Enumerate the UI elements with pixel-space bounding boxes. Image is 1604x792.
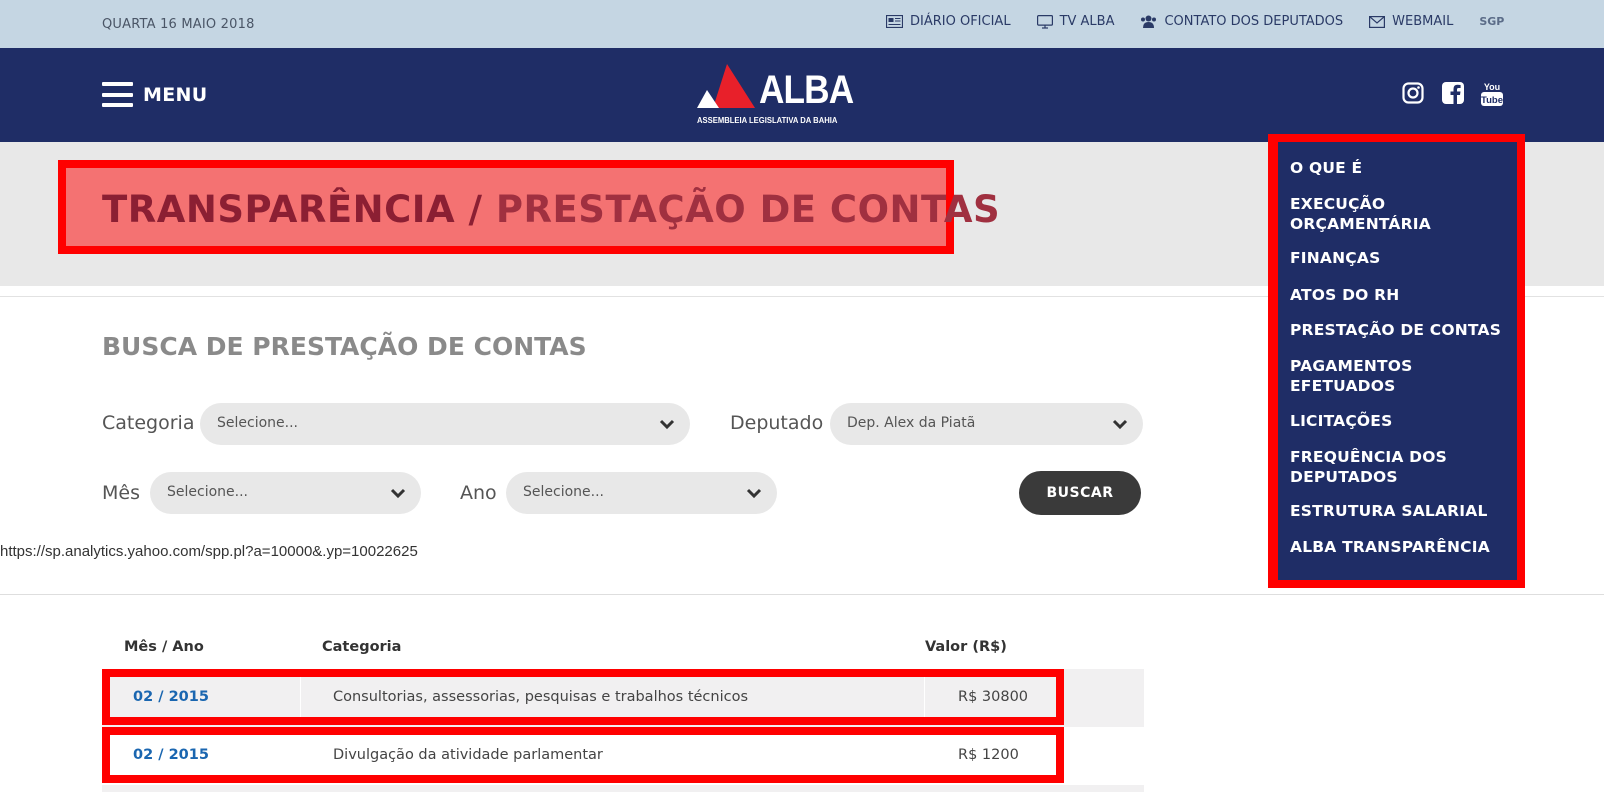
row-category: Consultorias, assessorias, pesquisas e t… [333,689,749,705]
deputado-select[interactable]: Dep. Alex da Piatã [830,403,1143,445]
divider [0,594,1604,595]
ano-value: Selecione... [523,484,604,500]
main-navbar: MENU ALBA ASSEMBLEIA LEGISLATIVA DA BAHI… [0,48,1604,142]
page-title-part2: PRESTAÇÃO DE CONTAS [495,188,1001,231]
buscar-button[interactable]: BUSCAR [1019,471,1141,515]
users-icon [1141,15,1157,28]
categoria-label: Categoria [102,412,195,434]
webmail-label: WEBMAIL [1392,14,1454,29]
chevron-down-icon [659,419,675,430]
webmail-link[interactable]: WEBMAIL [1369,14,1453,29]
row-date-link[interactable]: 02 / 2015 [133,747,209,763]
mes-value: Selecione... [167,484,248,500]
row-date-link[interactable]: 02 / 2015 [133,689,209,705]
page-title-part1: TRANSPARÊNCIA / [102,188,496,231]
svg-text:You: You [1484,82,1500,92]
status-url: https://sp.analytics.yahoo.com/spp.pl?a=… [0,543,418,560]
top-links: DIÁRIO OFICIAL TV ALBA CONTATO DOS DEPUT… [886,14,1504,29]
hamburger-icon [102,82,133,107]
facebook-icon[interactable] [1442,82,1464,108]
side-menu-item[interactable]: O QUE É [1290,158,1510,178]
side-menu-item[interactable]: LICITAÇÕES [1290,411,1510,431]
deputado-label: Deputado [730,412,824,434]
svg-text:Tube: Tube [1481,95,1503,106]
mes-select[interactable]: Selecione... [150,472,421,514]
ano-select[interactable]: Selecione... [506,472,777,514]
side-menu-item[interactable]: PRESTAÇÃO DE CONTAS [1290,320,1510,340]
page-title-box: TRANSPARÊNCIA / PRESTAÇÃO DE CONTAS [58,160,1000,254]
chevron-down-icon [390,488,406,499]
monitor-icon [1036,14,1053,29]
side-menu-item[interactable]: EXECUÇÃO ORÇAMENTÁRIA [1290,194,1510,234]
transparency-side-menu: O QUE É EXECUÇÃO ORÇAMENTÁRIA FINANÇAS A… [1268,134,1525,588]
tv-alba-link[interactable]: TV ALBA [1036,14,1115,29]
diario-oficial-label: DIÁRIO OFICIAL [910,14,1011,29]
current-date: QUARTA 16 MAIO 2018 [102,17,255,32]
categoria-value: Selecione... [217,415,298,431]
row-category: Divulgação da atividade parlamentar [333,747,603,763]
instagram-icon[interactable] [1402,82,1424,108]
row-value: R$ 1200 [958,747,1019,763]
newspaper-icon [886,15,903,28]
sgp-icon: SGP [1479,15,1505,28]
side-menu-item[interactable]: FINANÇAS [1290,248,1510,268]
side-menu-item[interactable]: FREQUÊNCIA DOS DEPUTADOS [1290,447,1510,487]
youtube-icon[interactable]: You Tube [1481,81,1503,111]
logo-triangle-icon [697,64,755,108]
header-mes-ano: Mês / Ano [124,639,204,655]
top-bar: QUARTA 16 MAIO 2018 DIÁRIO OFICIAL TV AL… [0,0,1604,48]
search-section-title: BUSCA DE PRESTAÇÃO DE CONTAS [102,332,587,361]
contato-deputados-label: CONTATO DOS DEPUTADOS [1164,14,1344,29]
categoria-select[interactable]: Selecione... [200,403,690,445]
alba-logo[interactable]: ALBA ASSEMBLEIA LEGISLATIVA DA BAHIA [697,62,854,128]
side-menu-item[interactable]: ESTRUTURA SALARIAL [1290,501,1510,521]
side-menu-item[interactable]: PAGAMENTOS EFETUADOS [1290,356,1510,396]
row-value: R$ 30800 [958,689,1029,705]
deputado-value: Dep. Alex da Piatã [847,415,976,431]
logo-word: ALBA [759,68,854,112]
mes-label: Mês [102,482,140,504]
diario-oficial-link[interactable]: DIÁRIO OFICIAL [886,14,1011,29]
contato-deputados-link[interactable]: CONTATO DOS DEPUTADOS [1140,14,1343,29]
header-valor: Valor (R$) [925,639,1007,655]
envelope-icon [1369,15,1386,28]
side-menu-item[interactable]: ALBA TRANSPARÊNCIA [1290,537,1510,557]
logo-subtitle: ASSEMBLEIA LEGISLATIVA DA BAHIA [697,115,838,125]
sgp-link[interactable]: SGP [1479,15,1504,28]
page-title: TRANSPARÊNCIA / PRESTAÇÃO DE CONTAS [102,188,1000,231]
menu-button[interactable]: MENU [102,82,207,107]
chevron-down-icon [746,488,762,499]
ano-label: Ano [460,482,497,504]
chevron-down-icon [1112,419,1128,430]
table-row [102,785,1144,792]
tv-alba-label: TV ALBA [1059,14,1115,29]
header-categoria: Categoria [322,639,402,655]
side-menu-item[interactable]: ATOS DO RH [1290,285,1510,305]
menu-label: MENU [143,83,208,106]
